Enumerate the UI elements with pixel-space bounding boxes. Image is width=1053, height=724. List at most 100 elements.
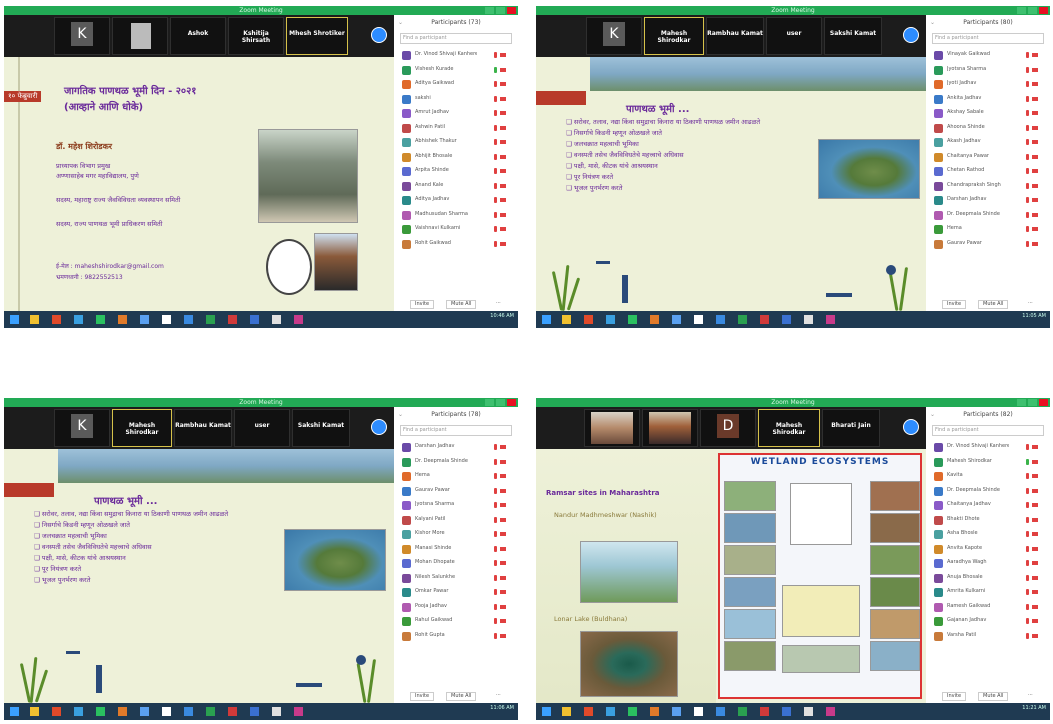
camera-icon[interactable] [500,198,506,202]
minimize-button[interactable] [485,399,494,406]
microphone-icon[interactable] [1026,458,1029,465]
participant-row[interactable]: Mohan Dhopate [394,556,518,571]
camera-icon[interactable] [500,532,506,536]
microphone-icon[interactable] [1026,545,1029,552]
participant-row[interactable]: Gajanan Jadhav [926,614,1050,629]
participant-row[interactable]: Kishor More [394,527,518,542]
acrobat-icon[interactable] [294,315,303,324]
camera-icon[interactable] [500,227,506,231]
video-tile[interactable] [584,409,640,447]
video-tile[interactable]: Rambhau Kamat [706,17,764,55]
powerpoint-icon[interactable] [228,707,237,716]
chrome-icon[interactable] [584,707,593,716]
camera-icon[interactable] [500,590,506,594]
microphone-icon[interactable] [494,458,497,465]
search-input[interactable]: Find a participant [932,33,1044,44]
participant-row[interactable]: Chaitanya Jadhav [926,498,1050,513]
start-menu-icon[interactable] [10,315,19,324]
system-clock[interactable]: 11:21 AM [1022,706,1046,711]
participant-row[interactable]: Chetan Rathod [926,164,1050,179]
microphone-icon[interactable] [1026,632,1029,639]
camera-icon[interactable] [1032,590,1038,594]
participant-row[interactable]: Jyotsna Sharma [394,498,518,513]
participant-row[interactable]: Abhishek Thakur [394,135,518,150]
camera-icon[interactable] [1032,633,1038,638]
excel-icon[interactable] [206,315,215,324]
search-icon[interactable] [30,315,39,324]
participant-row[interactable]: Madhusudan Sharma [394,208,518,223]
title-bar[interactable]: Zoom Meeting [4,6,518,15]
video-tile[interactable]: Sakshi Kamat [292,409,350,447]
camera-icon[interactable] [1032,459,1038,464]
camera-icon[interactable] [1032,154,1038,159]
microphone-icon[interactable] [1026,95,1029,102]
invite-button[interactable]: Invite [942,692,967,701]
camera-icon[interactable] [500,169,506,173]
camera-icon[interactable] [500,459,506,464]
system-clock[interactable]: 11:05 AM [1022,314,1046,319]
participant-row[interactable]: Jyotsna Sharma [926,63,1050,78]
collapse-icon[interactable]: ⌄ [398,407,403,423]
more-icon[interactable]: ··· [1024,692,1037,699]
camera-icon[interactable] [500,125,506,130]
camera-icon[interactable] [1032,125,1038,130]
acrobat-icon[interactable] [294,707,303,716]
participant-row[interactable]: Omkar Pawar [394,585,518,600]
word-icon[interactable] [716,315,725,324]
video-tile[interactable]: Rambhau Kamat [174,409,232,447]
microphone-icon[interactable] [494,487,497,494]
microphone-icon[interactable] [1026,603,1029,610]
microphone-icon[interactable] [1026,110,1029,116]
microphone-icon[interactable] [1026,240,1029,247]
video-tile[interactable] [642,409,698,447]
participant-row[interactable]: Rohit Gupta [394,629,518,644]
photos-icon[interactable] [804,707,813,716]
more-icon[interactable]: ··· [1024,300,1037,307]
search-input[interactable]: Find a participant [400,425,512,436]
next-page-icon[interactable] [903,419,919,435]
participant-row[interactable]: Dr. Vinod Shivaji Kanhere (Host, me) [394,48,518,63]
video-tile-active[interactable]: Mahesh Shirodkar [644,17,704,55]
close-button[interactable] [507,399,516,406]
search-input[interactable]: Find a participant [932,425,1044,436]
camera-icon[interactable] [500,241,506,246]
microphone-icon[interactable] [494,81,497,87]
microphone-icon[interactable] [494,197,497,203]
acrobat-icon[interactable] [826,707,835,716]
zoom-icon[interactable] [782,315,791,324]
participant-row[interactable]: Dr. Vinod Shivaji Kanhere (Host, me) [926,440,1050,455]
video-tile[interactable]: Kshitija Shirsath [228,17,284,55]
microphone-icon[interactable] [494,531,497,537]
camera-icon[interactable] [1032,619,1038,623]
camera-icon[interactable] [500,212,506,217]
maximize-button[interactable] [496,399,505,406]
participant-row[interactable]: Aditya Jadhav [394,193,518,208]
video-tile-active[interactable]: Mhesh Shrotiker [286,17,348,55]
camera-icon[interactable] [1032,546,1038,551]
microphone-icon[interactable] [494,444,497,450]
camera-icon[interactable] [1032,140,1038,144]
participant-row[interactable]: Amrita Kulkarni [926,585,1050,600]
minimize-button[interactable] [1017,7,1026,14]
chrome-icon[interactable] [52,315,61,324]
edge-icon[interactable] [74,315,83,324]
search-icon[interactable] [562,707,571,716]
microphone-icon[interactable] [1026,197,1029,203]
participant-row[interactable]: Chandrapraksh Singh [926,179,1050,194]
video-tile[interactable]: K [54,17,110,55]
participant-row[interactable]: Jyoti Jadhav [926,77,1050,92]
search-icon[interactable] [562,315,571,324]
more-icon[interactable]: ··· [492,300,505,307]
powerpoint-icon[interactable] [760,707,769,716]
maximize-button[interactable] [1028,399,1037,406]
microphone-icon[interactable] [494,545,497,552]
powerpoint-icon[interactable] [760,315,769,324]
acrobat-icon[interactable] [826,315,835,324]
video-tile[interactable]: D [700,409,756,447]
microphone-icon[interactable] [494,502,497,508]
microphone-icon[interactable] [494,139,497,145]
camera-icon[interactable] [500,445,506,449]
camera-icon[interactable] [500,82,506,86]
whatsapp-icon[interactable] [96,315,105,324]
participant-row[interactable]: Ashwin Patil [394,121,518,136]
